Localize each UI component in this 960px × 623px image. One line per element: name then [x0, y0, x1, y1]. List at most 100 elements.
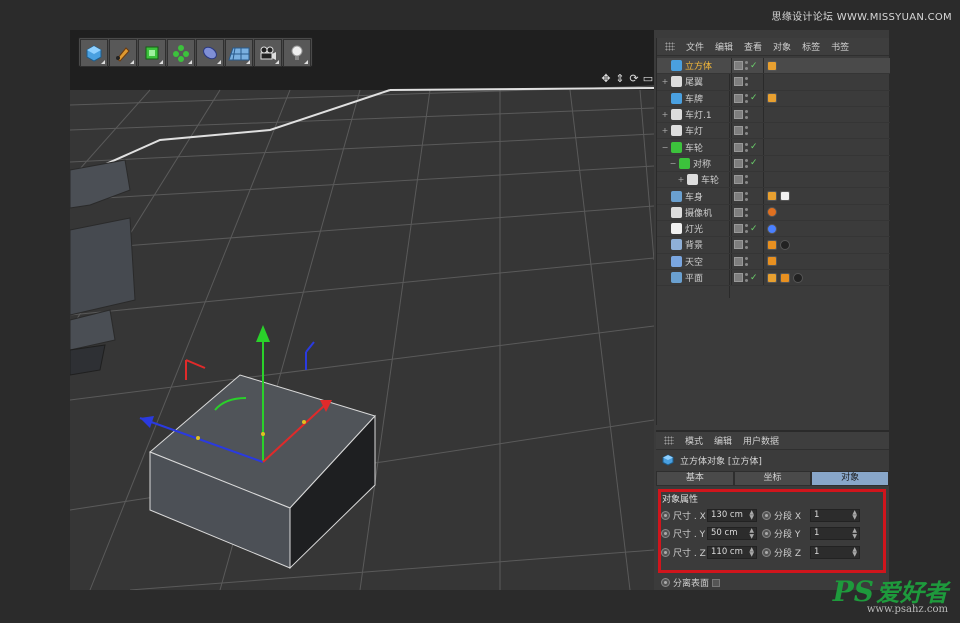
- menu-view[interactable]: 查看: [744, 40, 762, 53]
- object-row[interactable]: 灯光 ✓: [657, 220, 890, 238]
- menu-edit[interactable]: 编辑: [714, 434, 732, 447]
- object-name[interactable]: 平面: [685, 271, 703, 284]
- object-row[interactable]: 立方体 ✓: [657, 58, 890, 75]
- separate-surfaces-checkbox[interactable]: [712, 578, 721, 587]
- object-row[interactable]: 天空: [657, 253, 890, 270]
- visibility-dots-icon[interactable]: [745, 110, 748, 120]
- fold-toggle-icon[interactable]: −: [661, 143, 669, 152]
- enabled-check-icon[interactable]: ✓: [750, 142, 759, 152]
- object-row[interactable]: + 车灯: [657, 123, 890, 140]
- phong-tag-icon[interactable]: [767, 191, 777, 202]
- layer-icon[interactable]: [734, 126, 743, 136]
- move-view-icon[interactable]: ✥: [600, 72, 612, 85]
- film-tag-icon[interactable]: [767, 239, 777, 250]
- menu-edit[interactable]: 编辑: [715, 40, 733, 53]
- object-row[interactable]: 背景: [657, 237, 890, 254]
- panel-grip-icon[interactable]: [664, 436, 674, 445]
- enabled-check-icon[interactable]: ✓: [750, 61, 759, 71]
- zoom-view-icon[interactable]: ⇕: [614, 72, 626, 85]
- object-row[interactable]: + 车轮: [657, 172, 890, 189]
- camera-tool-icon[interactable]: [254, 39, 282, 67]
- layer-icon[interactable]: [734, 240, 743, 250]
- visibility-dots-icon[interactable]: [745, 175, 748, 185]
- visibility-dots-icon[interactable]: [745, 273, 748, 282]
- visibility-dots-icon[interactable]: [745, 61, 748, 71]
- object-name[interactable]: 车灯: [685, 124, 703, 137]
- visibility-dots-icon[interactable]: [745, 158, 748, 168]
- visibility-dots-icon[interactable]: [745, 224, 748, 234]
- object-name[interactable]: 车身: [685, 190, 703, 203]
- layer-icon[interactable]: [734, 175, 743, 185]
- object-row[interactable]: + 尾翼: [657, 74, 890, 91]
- film-tag-icon[interactable]: [780, 272, 790, 283]
- maximize-view-icon[interactable]: ▭: [642, 72, 654, 85]
- viewport-nav-icons[interactable]: ✥ ⇕ ⟳ ▭: [600, 72, 654, 85]
- object-name[interactable]: 尾翼: [685, 75, 703, 88]
- object-name[interactable]: 车牌: [685, 92, 703, 105]
- object-row[interactable]: 摄像机: [657, 204, 890, 221]
- film-tag-icon[interactable]: [767, 256, 777, 267]
- layer-icon[interactable]: [734, 207, 743, 217]
- object-row[interactable]: − 车轮 ✓: [657, 139, 890, 156]
- visibility-dots-icon[interactable]: [745, 256, 748, 266]
- tab-object[interactable]: 对象: [811, 471, 890, 486]
- visibility-dots-icon[interactable]: [745, 142, 748, 152]
- menu-mode[interactable]: 模式: [685, 434, 703, 447]
- 3d-viewport[interactable]: [70, 30, 654, 590]
- layer-icon[interactable]: [734, 256, 743, 266]
- phong-tag-icon[interactable]: [767, 93, 777, 104]
- subdivision-tool-icon[interactable]: [138, 39, 166, 67]
- target-tag-icon[interactable]: [767, 207, 777, 218]
- fold-toggle-icon[interactable]: +: [677, 175, 685, 184]
- enabled-check-icon[interactable]: ✓: [750, 93, 759, 103]
- visibility-dots-icon[interactable]: [745, 77, 748, 87]
- enabled-check-icon[interactable]: ✓: [750, 158, 759, 168]
- keyframe-radio-icon[interactable]: [661, 578, 670, 587]
- panel-grip-icon[interactable]: [665, 42, 675, 51]
- object-name[interactable]: 车灯.1: [685, 108, 712, 121]
- layer-icon[interactable]: [734, 191, 743, 201]
- array-tool-icon[interactable]: [167, 39, 195, 67]
- deformer-tool-icon[interactable]: [196, 39, 224, 67]
- visibility-dots-icon[interactable]: [745, 126, 748, 136]
- object-row[interactable]: − 对称 ✓: [657, 155, 890, 173]
- enabled-check-icon[interactable]: ✓: [750, 224, 759, 234]
- object-name[interactable]: 天空: [685, 255, 703, 268]
- enabled-check-icon[interactable]: ✓: [750, 273, 759, 283]
- layer-icon[interactable]: [734, 77, 743, 87]
- layer-icon[interactable]: [734, 110, 743, 120]
- ring-tag-icon[interactable]: [767, 223, 777, 234]
- menu-file[interactable]: 文件: [686, 40, 704, 53]
- tab-basic[interactable]: 基本: [656, 471, 734, 486]
- fold-toggle-icon[interactable]: +: [661, 77, 669, 86]
- menu-user-data[interactable]: 用户数据: [743, 434, 779, 447]
- object-row[interactable]: 车牌 ✓: [657, 90, 890, 107]
- visibility-dots-icon[interactable]: [745, 191, 748, 201]
- layer-icon[interactable]: [734, 224, 743, 234]
- object-name[interactable]: 车轮: [685, 141, 703, 154]
- object-name[interactable]: 摄像机: [685, 206, 712, 219]
- object-name[interactable]: 车轮: [701, 173, 719, 186]
- layer-icon[interactable]: [734, 93, 743, 103]
- sphere-tag-icon[interactable]: [780, 239, 790, 250]
- visibility-dots-icon[interactable]: [745, 240, 748, 250]
- phong-tag-icon[interactable]: [767, 272, 777, 283]
- rotate-view-icon[interactable]: ⟳: [628, 72, 640, 85]
- layer-icon[interactable]: [734, 142, 743, 152]
- layer-icon[interactable]: [734, 158, 743, 168]
- visibility-dots-icon[interactable]: [745, 207, 748, 217]
- object-row[interactable]: 车身: [657, 188, 890, 205]
- object-row[interactable]: 平面 ✓: [657, 269, 890, 287]
- floor-tool-icon[interactable]: [225, 39, 253, 67]
- fold-toggle-icon[interactable]: +: [661, 110, 669, 119]
- sphere-tag-icon[interactable]: [793, 272, 803, 283]
- light-tool-icon[interactable]: [283, 39, 311, 67]
- object-name[interactable]: 背景: [685, 238, 703, 251]
- object-name[interactable]: 灯光: [685, 222, 703, 235]
- menu-tags[interactable]: 标签: [802, 40, 820, 53]
- menu-bookmarks[interactable]: 书签: [831, 40, 849, 53]
- tab-coord[interactable]: 坐标: [733, 471, 812, 486]
- fold-toggle-icon[interactable]: +: [661, 126, 669, 135]
- object-name[interactable]: 对称: [693, 157, 711, 170]
- object-row[interactable]: + 车灯.1: [657, 106, 890, 124]
